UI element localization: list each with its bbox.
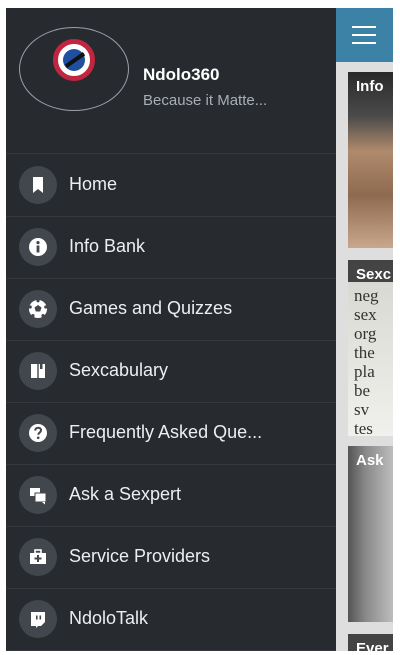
app-logo: [53, 39, 95, 81]
question-icon: [19, 414, 57, 452]
card-title: Sexc: [356, 266, 392, 283]
app-name: Ndolo360: [143, 65, 220, 84]
screen: Info Sexc neg sex org the pla be sv tes …: [6, 8, 393, 651]
menu-item-label: Home: [69, 174, 118, 194]
menu-item-faq[interactable]: Frequently Asked Que...: [6, 402, 336, 465]
menu-item-home[interactable]: Home: [6, 154, 336, 217]
drawer-header: Ndolo360 Because it Matte...: [6, 8, 336, 154]
content-card-sexcabulary[interactable]: Sexc neg sex org the pla be sv tes: [348, 260, 393, 436]
content-card-info[interactable]: Info: [348, 72, 393, 248]
info-icon: [19, 228, 57, 266]
medical-kit-icon: [19, 538, 57, 576]
content-card-ask[interactable]: Ask: [348, 446, 393, 622]
app-bar: [336, 8, 393, 62]
menu-item-sexcabulary[interactable]: Sexcabulary: [6, 340, 336, 403]
card-title: Ask: [356, 452, 384, 469]
book-icon: [19, 352, 57, 390]
menu-item-label: Frequently Asked Que...: [69, 422, 263, 442]
chat-bubbles-icon: [19, 476, 57, 514]
menu-item-label: Service Providers: [69, 546, 211, 566]
menu-item-info-bank[interactable]: Info Bank: [6, 216, 336, 279]
app-logo-frame: [19, 27, 129, 111]
menu-item-ndolotalk[interactable]: NdoloTalk: [6, 588, 336, 651]
menu-item-games-and-quizzes[interactable]: Games and Quizzes: [6, 278, 336, 341]
navigation-drawer: Ndolo360 Because it Matte... Home Info B…: [6, 8, 336, 651]
content-card-ever[interactable]: Ever: [348, 634, 393, 651]
card-title: Ever: [356, 640, 389, 651]
menu-item-label: Sexcabulary: [69, 360, 169, 380]
background-content: Info Sexc neg sex org the pla be sv tes …: [336, 8, 393, 651]
menu-item-ask-a-sexpert[interactable]: Ask a Sexpert: [6, 464, 336, 527]
menu-item-label: Info Bank: [69, 236, 146, 256]
hamburger-menu-icon[interactable]: [348, 22, 378, 48]
menu-item-label: Games and Quizzes: [69, 298, 233, 318]
menu-item-label: NdoloTalk: [69, 608, 149, 628]
card-image-text: neg sex org the pla be sv tes: [354, 286, 379, 436]
bookmark-icon: [19, 166, 57, 204]
chat-box-icon: [19, 600, 57, 638]
menu-item-label: Ask a Sexpert: [69, 484, 182, 504]
soccer-ball-icon: [19, 290, 57, 328]
app-tagline: Because it Matte...: [143, 92, 268, 109]
card-title: Info: [356, 78, 384, 95]
menu-item-service-providers[interactable]: Service Providers: [6, 526, 336, 589]
